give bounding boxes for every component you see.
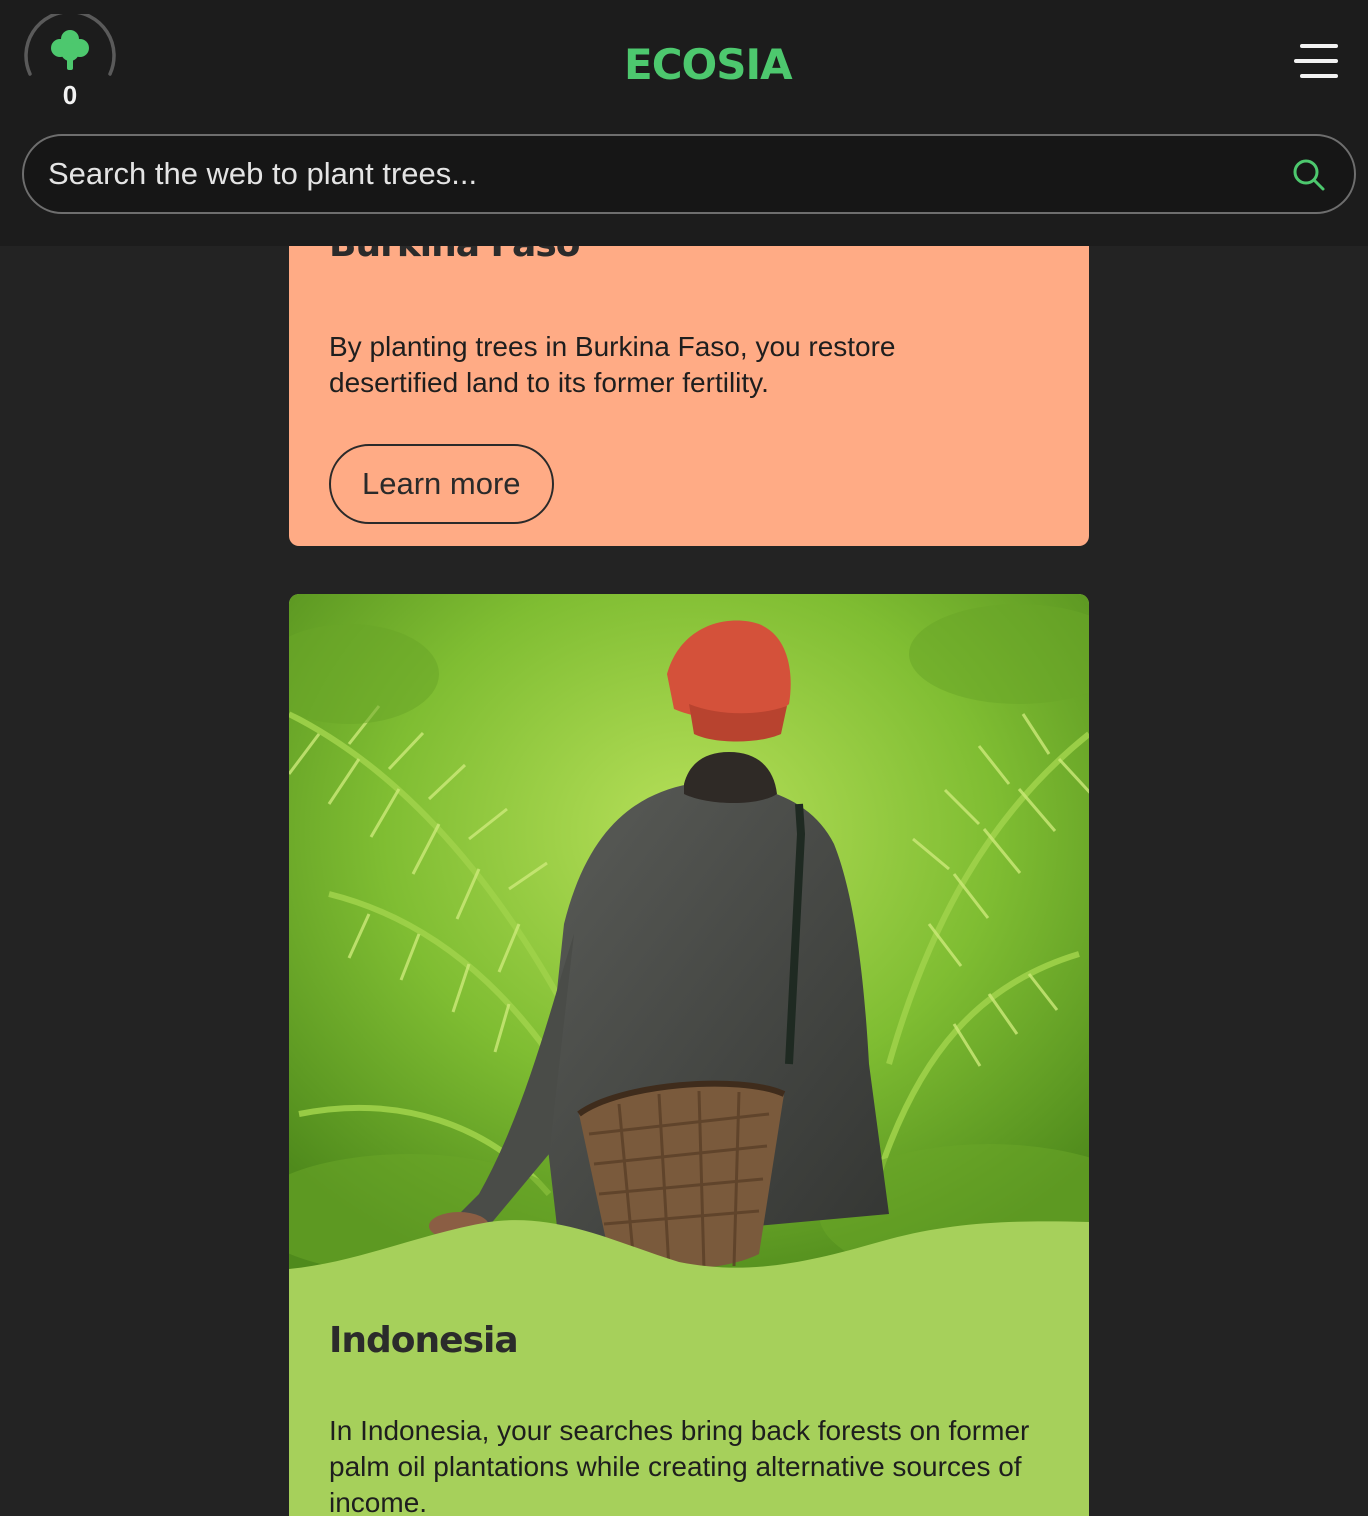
learn-more-button[interactable]: Learn more [329,444,554,524]
tree-icon [51,30,89,70]
search-icon[interactable] [1292,158,1326,192]
tree-count: 0 [62,80,78,110]
project-card-indonesia: Indonesia In Indonesia, your searches br… [289,594,1089,1516]
card-description: In Indonesia, your searches bring back f… [329,1415,1030,1516]
app-header: 0 ECOSIA [0,0,1368,246]
menu-icon[interactable] [1292,42,1338,82]
search-input[interactable] [48,144,1268,204]
project-cards: Burkina Faso By planting trees in Burkin… [289,180,1089,1516]
card-title: Indonesia [329,1320,519,1361]
ecosia-logo[interactable]: ECOSIA [624,40,793,89]
card-description: By planting trees in Burkina Faso, you r… [329,331,896,398]
tree-counter[interactable]: 0 [22,9,118,114]
card-text: Indonesia In Indonesia, your searches br… [329,1320,1049,1516]
search-bar [22,134,1356,214]
project-photo [289,594,1089,1274]
